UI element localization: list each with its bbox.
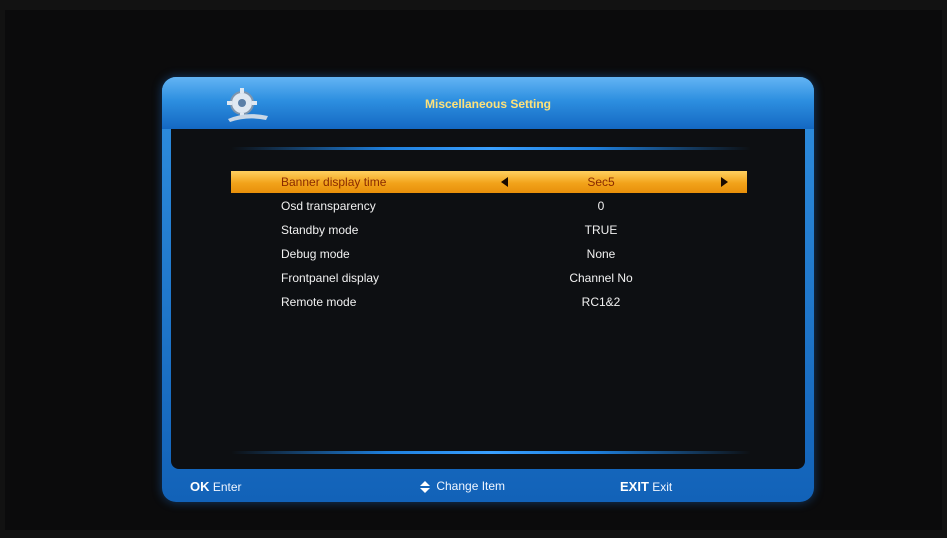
setting-label: Remote mode [281, 295, 357, 309]
setting-label: Debug mode [281, 247, 350, 261]
tv-screen: Miscellaneous Setting Banner display tim… [5, 10, 942, 530]
hint-ok: OK Enter [190, 479, 242, 494]
top-divider [231, 147, 751, 150]
dialog-title: Miscellaneous Setting [424, 97, 552, 111]
setting-value: TRUE [584, 223, 618, 237]
setting-row-standby-mode[interactable]: Standby mode TRUE [231, 219, 747, 241]
exit-hint-text: Exit [652, 480, 673, 494]
setting-value: None [586, 247, 616, 261]
hint-change-item: Change Item [420, 479, 505, 493]
hint-exit: EXIT Exit [620, 479, 672, 494]
exit-key-label: EXIT [620, 479, 649, 494]
up-down-arrow-icon [420, 480, 430, 493]
settings-panel: Banner display time Sec5 Osd transparenc… [171, 129, 805, 469]
setting-label: Standby mode [281, 223, 359, 237]
ok-key-label: OK [190, 479, 210, 494]
change-hint-text: Change Item [436, 479, 506, 493]
setting-label: Banner display time [281, 175, 387, 189]
setting-value: Sec5 [587, 175, 615, 189]
left-arrow-icon[interactable] [501, 177, 508, 187]
setting-row-remote-mode[interactable]: Remote mode RC1&2 [231, 291, 747, 313]
setting-label: Osd transparency [281, 199, 376, 213]
setting-value: 0 [597, 199, 605, 213]
key-hints-bar: OK Enter Change Item EXIT Exit [162, 470, 814, 502]
setting-value: Channel No [569, 271, 633, 285]
bottom-divider [231, 451, 751, 454]
setting-row-debug-mode[interactable]: Debug mode None [231, 243, 747, 265]
setting-row-osd-transparency[interactable]: Osd transparency 0 [231, 195, 747, 217]
setting-value: RC1&2 [581, 295, 621, 309]
dialog-titlebar: Miscellaneous Setting [162, 77, 814, 129]
ok-hint-text: Enter [212, 480, 242, 494]
setting-label: Frontpanel display [281, 271, 380, 285]
setting-row-frontpanel-display[interactable]: Frontpanel display Channel No [231, 267, 747, 289]
settings-dialog: Miscellaneous Setting Banner display tim… [162, 77, 814, 502]
setting-row-banner-display-time[interactable]: Banner display time Sec5 [231, 171, 747, 193]
right-arrow-icon[interactable] [721, 177, 728, 187]
